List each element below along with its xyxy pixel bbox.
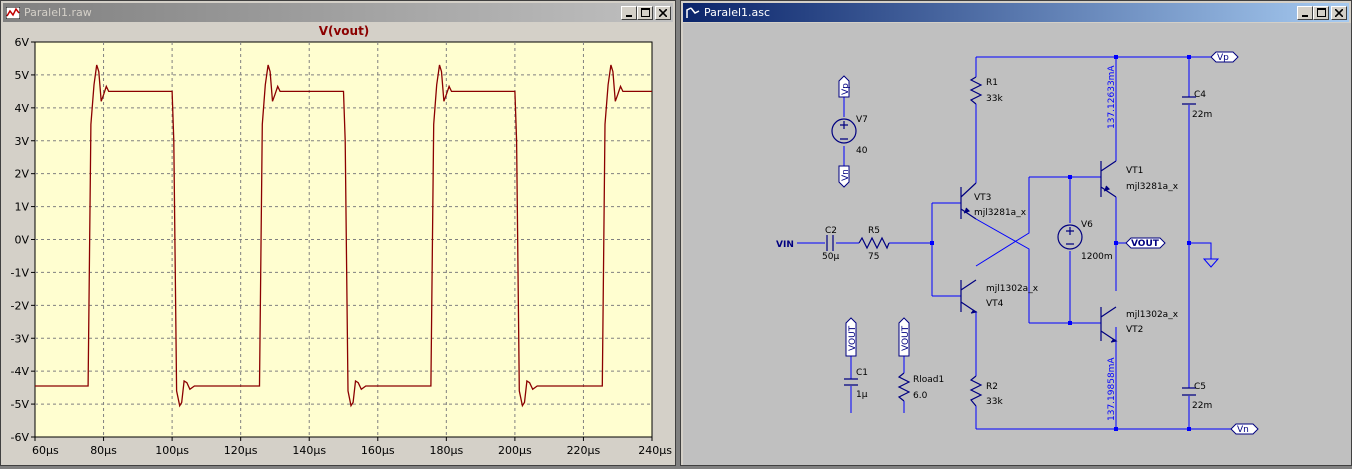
vout-net-label: VOUT — [1131, 239, 1160, 249]
maximize-icon — [1316, 8, 1326, 17]
y-tick-label: -6V — [11, 431, 30, 444]
rload-value: 6.0 — [913, 391, 928, 401]
waveform-client: V(vout) 6V 5V 4V 3V 2V 1V 0V -1V -2V -3V -4V -5V -6V… — [3, 23, 675, 465]
schematic-window-title: Paralel1.asc — [704, 6, 771, 19]
vt3-model: mjl3281a_x — [974, 208, 1027, 218]
waveform-app-icon — [5, 5, 21, 21]
y-tick-label: -4V — [11, 365, 30, 378]
r5-name: R5 — [868, 226, 880, 236]
v7-name: V7 — [856, 115, 868, 125]
waveform-plot[interactable]: V(vout) 6V 5V 4V 3V 2V 1V 0V -1V -2V -3V -4V -5V -6V… — [3, 23, 675, 465]
c1-value: 1µ — [856, 390, 868, 400]
lower-current-label: 137.19858mA — [1107, 357, 1117, 421]
minimize-icon — [1302, 14, 1308, 17]
y-tick-label: 5V — [14, 69, 29, 82]
r1-value: 33k — [986, 94, 1003, 104]
y-tick-label: 1V — [14, 201, 29, 214]
x-tick-label: 120µs — [224, 444, 258, 457]
c2-value: 50µ — [822, 252, 839, 262]
minimize-button[interactable] — [1297, 5, 1313, 20]
plot-title: V(vout) — [319, 24, 370, 38]
maximize-button[interactable] — [637, 5, 653, 20]
x-tick-label: 200µs — [498, 444, 532, 457]
waveform-titlebar[interactable]: Paralel1.raw — [3, 3, 673, 22]
y-tick-label: 0V — [14, 234, 29, 247]
y-tick-label: -2V — [11, 299, 30, 312]
schematic-canvas[interactable]: Vp Vn VOUT VIN Vp Vn VOUT VOUT R1 33k R2… — [683, 23, 1351, 465]
y-tick-label: 6V — [14, 36, 29, 49]
x-tick-label: 80µs — [90, 444, 117, 457]
vt2-name: VT2 — [1126, 325, 1143, 335]
schematic-client: Vp Vn VOUT VIN Vp Vn VOUT VOUT R1 33k R2… — [683, 23, 1351, 465]
y-tick-label: 3V — [14, 135, 29, 148]
vin-label: VIN — [776, 240, 794, 250]
r5-value: 75 — [868, 252, 879, 262]
vp-net-label: Vp — [1217, 53, 1229, 63]
upper-current-label: 137.12633mA — [1107, 65, 1117, 129]
y-tick-label: 4V — [14, 102, 29, 115]
r1-name: R1 — [986, 78, 998, 88]
vt1-model: mjl3281a_x — [1126, 182, 1179, 192]
x-tick-label: 180µs — [429, 444, 463, 457]
c4-value: 22m — [1192, 110, 1212, 120]
y-tick-label: -3V — [11, 332, 30, 345]
c2-name: C2 — [825, 226, 837, 236]
x-tick-label: 220µs — [567, 444, 601, 457]
vp-v7-label: Vp — [841, 83, 851, 95]
x-tick-label: 60µs — [32, 444, 59, 457]
v6-name: V6 — [1081, 220, 1093, 230]
v6-value: 1200m — [1081, 252, 1113, 262]
vout-rload-label: VOUT — [901, 325, 911, 351]
c5-name: C5 — [1194, 382, 1206, 392]
y-tick-label: 2V — [14, 168, 29, 181]
x-tick-label: 100µs — [155, 444, 189, 457]
close-icon — [659, 8, 667, 17]
x-tick-label: 140µs — [292, 444, 326, 457]
vt1-name: VT1 — [1126, 166, 1143, 176]
schematic-app-icon — [685, 5, 701, 21]
vout-c1-label: VOUT — [848, 325, 858, 351]
vt3-name: VT3 — [974, 193, 991, 203]
r2-name: R2 — [986, 382, 998, 392]
maximize-icon — [640, 8, 650, 17]
minimize-button[interactable] — [621, 5, 637, 20]
c5-value: 22m — [1192, 401, 1212, 411]
schematic-window[interactable]: Paralel1.asc Vp Vn VOUT VIN Vp Vn VOUT V… — [680, 0, 1352, 466]
vn-net-label: Vn — [1237, 425, 1249, 435]
y-tick-label: -1V — [11, 266, 30, 279]
vt4-model: mjl1302a_x — [986, 284, 1039, 294]
x-tick-label: 240µs — [638, 444, 672, 457]
rload-name: Rload1 — [913, 375, 944, 385]
c1-name: C1 — [856, 368, 868, 378]
close-button[interactable] — [655, 5, 671, 20]
close-icon — [1335, 8, 1343, 17]
r2-value: 33k — [986, 397, 1003, 407]
maximize-button[interactable] — [1313, 5, 1329, 20]
schematic-titlebar[interactable]: Paralel1.asc — [683, 3, 1349, 22]
close-button[interactable] — [1331, 5, 1347, 20]
vt2-model: mjl1302a_x — [1126, 310, 1179, 320]
x-tick-label: 160µs — [361, 444, 395, 457]
waveform-window[interactable]: Paralel1.raw V(vout) 6V 5V 4V 3V 2V 1V 0V -1V -2… — [0, 0, 676, 466]
vn-v7-label: Vn — [841, 169, 851, 181]
y-tick-label: -5V — [11, 398, 30, 411]
waveform-window-title: Paralel1.raw — [24, 6, 92, 19]
v7-value: 40 — [856, 146, 868, 156]
c4-name: C4 — [1194, 90, 1206, 100]
vt4-name: VT4 — [986, 299, 1004, 309]
minimize-icon — [626, 14, 632, 17]
